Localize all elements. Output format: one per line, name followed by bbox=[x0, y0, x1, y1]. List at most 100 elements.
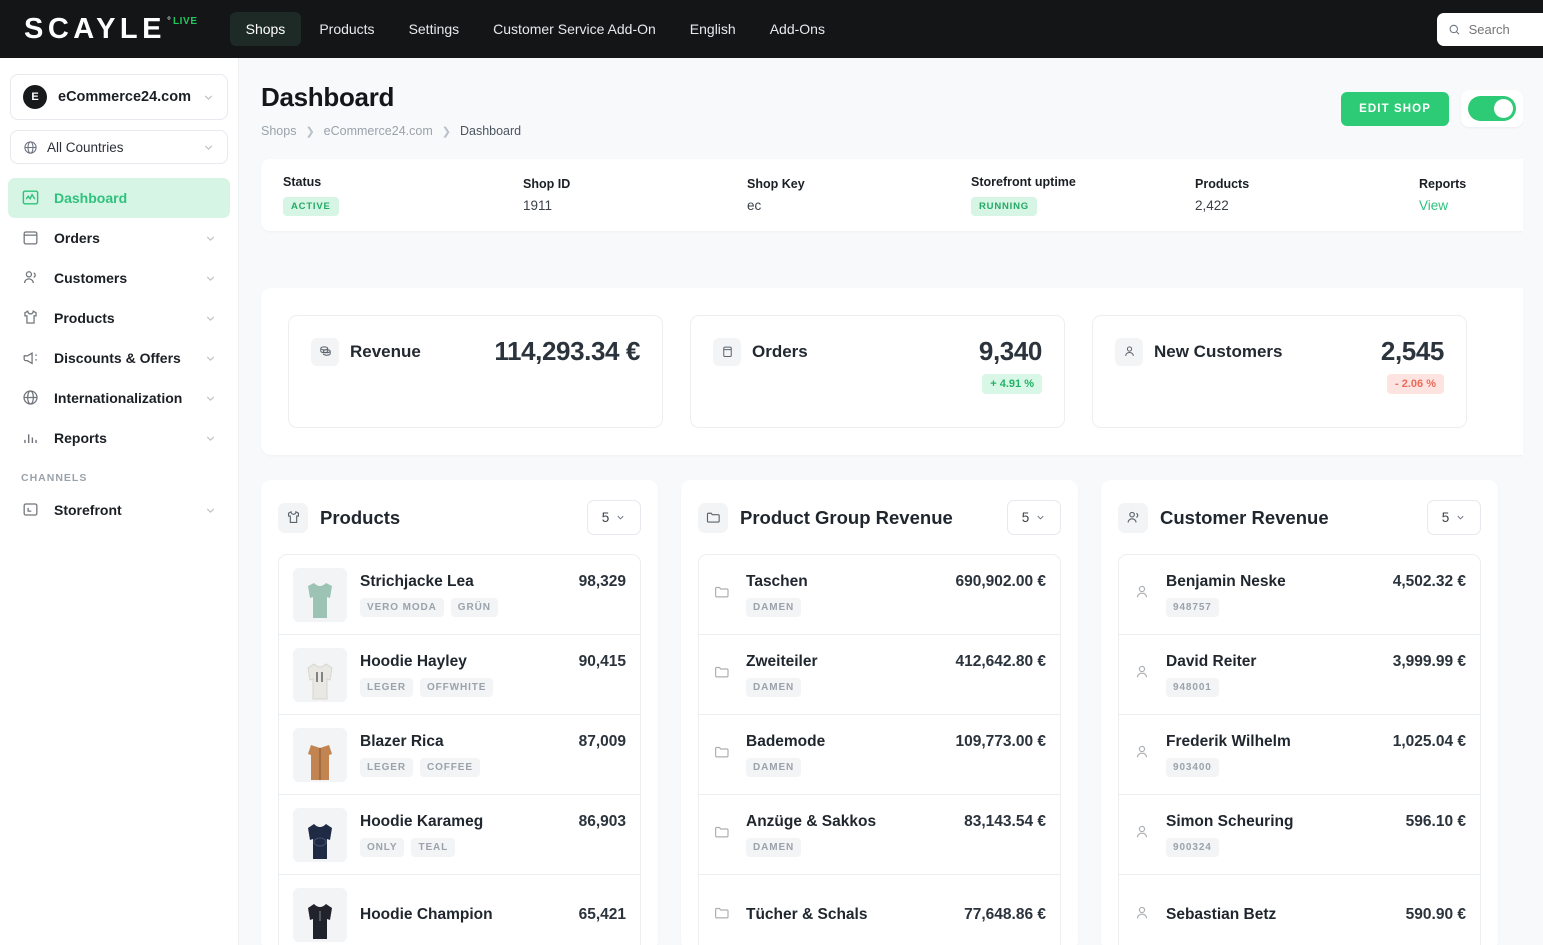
sidebar-item-storefront[interactable]: Storefront bbox=[8, 490, 230, 530]
right-edge-gutter bbox=[1523, 58, 1543, 945]
table-row[interactable]: Tücher & Schals 77,648.86 € bbox=[699, 875, 1060, 945]
garment-thumb-icon bbox=[300, 818, 340, 862]
row-body: Benjamin Neske 4,502.32 € 948757 bbox=[1166, 573, 1466, 617]
customer-name: Benjamin Neske bbox=[1166, 573, 1383, 591]
search-input[interactable] bbox=[1469, 22, 1543, 37]
nav-item-add-ons[interactable]: Add-Ons bbox=[754, 12, 841, 46]
sidebar-item-dashboard[interactable]: Dashboard bbox=[8, 178, 230, 218]
kpi-card-orders: Orders 9,340 + 4.91 % bbox=[690, 315, 1065, 428]
table-row[interactable]: Hoodie Hayley 90,415 LEGER OFFWHITE bbox=[279, 635, 640, 715]
customers-icon bbox=[1118, 503, 1148, 533]
tag: DAMEN bbox=[746, 758, 801, 777]
breadcrumb-shops[interactable]: Shops bbox=[261, 124, 296, 138]
customer-name: Sebastian Betz bbox=[1166, 906, 1396, 924]
sidebar-item-products[interactable]: Products bbox=[8, 298, 230, 338]
status-key: Shop ID bbox=[523, 177, 725, 191]
sidebar-nav: Dashboard Orders Customers bbox=[0, 178, 238, 530]
table-row[interactable]: Simon Scheuring 596.10 € 900324 bbox=[1119, 795, 1480, 875]
row-body: Hoodie Champion 65,421 bbox=[360, 906, 626, 924]
customer-tags: 948001 bbox=[1166, 678, 1466, 697]
group-tags: DAMEN bbox=[746, 678, 1046, 697]
table-row[interactable]: Taschen 690,902.00 € DAMEN bbox=[699, 555, 1060, 635]
table-row[interactable]: Bademode 109,773.00 € DAMEN bbox=[699, 715, 1060, 795]
table-row[interactable]: Frederik Wilhelm 1,025.04 € 903400 bbox=[1119, 715, 1480, 795]
sidebar-item-reports[interactable]: Reports bbox=[8, 418, 230, 458]
nav-item-shops[interactable]: Shops bbox=[230, 12, 302, 46]
nav-item-products[interactable]: Products bbox=[303, 12, 390, 46]
table-row[interactable]: Blazer Rica 87,009 LEGER COFFEE bbox=[279, 715, 640, 795]
sidebar-item-customers[interactable]: Customers bbox=[8, 258, 230, 298]
search-icon bbox=[1448, 22, 1461, 37]
sidebar-label-discounts-offers: Discounts & Offers bbox=[54, 350, 204, 366]
garment-thumb-icon bbox=[300, 898, 340, 942]
sidebar-item-internationalization[interactable]: Internationalization bbox=[8, 378, 230, 418]
table-row[interactable]: Zweiteiler 412,642.80 € DAMEN bbox=[699, 635, 1060, 715]
kpi-label-orders: Orders bbox=[752, 342, 979, 362]
breadcrumb: Shops ❯ eCommerce24.com ❯ Dashboard bbox=[261, 124, 1501, 138]
country-selector-label: All Countries bbox=[47, 140, 202, 155]
table-row[interactable]: Anzüge & Sakkos 83,143.54 € DAMEN bbox=[699, 795, 1060, 875]
kpi-card-revenue: Revenue 114,293.34 € bbox=[288, 315, 663, 428]
shop-selector[interactable]: E eCommerce24.com bbox=[10, 74, 228, 120]
customer-name: Frederik Wilhelm bbox=[1166, 733, 1383, 751]
table-row[interactable]: Hoodie Karameg 86,903 ONLY TEAL bbox=[279, 795, 640, 875]
customer-value: 4,502.32 € bbox=[1393, 573, 1466, 591]
sidebar-label-customers: Customers bbox=[54, 270, 204, 286]
top-navigation-bar: SCAYLE ° LIVE Shops Products Settings Cu… bbox=[0, 0, 1543, 58]
main-content: Dashboard Shops ❯ eCommerce24.com ❯ Dash… bbox=[239, 58, 1523, 945]
customer-revenue-count-select[interactable]: 5 bbox=[1427, 500, 1481, 535]
edit-shop-button[interactable]: EDIT SHOP bbox=[1341, 92, 1449, 126]
status-value: 1911 bbox=[523, 198, 725, 213]
sidebar-item-discounts-offers[interactable]: Discounts & Offers bbox=[8, 338, 230, 378]
row-body: Strichjacke Lea 98,329 VERO MODA GRÜN bbox=[360, 573, 626, 617]
table-row[interactable]: Strichjacke Lea 98,329 VERO MODA GRÜN bbox=[279, 555, 640, 635]
row-body: David Reiter 3,999.99 € 948001 bbox=[1166, 653, 1466, 697]
scayle-logo[interactable]: SCAYLE ° LIVE bbox=[24, 14, 198, 44]
product-value: 90,415 bbox=[579, 653, 626, 671]
global-search[interactable] bbox=[1437, 13, 1543, 46]
nav-item-settings[interactable]: Settings bbox=[393, 12, 476, 46]
product-group-count-select[interactable]: 5 bbox=[1007, 500, 1061, 535]
chevron-down-icon bbox=[204, 432, 217, 445]
product-name: Blazer Rica bbox=[360, 733, 569, 751]
chevron-down-icon bbox=[204, 312, 217, 325]
sidebar-label-orders: Orders bbox=[54, 230, 204, 246]
table-row[interactable]: Benjamin Neske 4,502.32 € 948757 bbox=[1119, 555, 1480, 635]
product-tags: VERO MODA GRÜN bbox=[360, 598, 626, 617]
product-value: 87,009 bbox=[579, 733, 626, 751]
globe-icon bbox=[21, 388, 41, 408]
customer-name: David Reiter bbox=[1166, 653, 1383, 671]
group-tags: DAMEN bbox=[746, 838, 1046, 857]
panel-header: Products 5 bbox=[278, 500, 641, 535]
panel-title-customer-revenue: Customer Revenue bbox=[1160, 507, 1427, 529]
reports-view-link[interactable]: View bbox=[1419, 198, 1523, 213]
table-row[interactable]: Sebastian Betz 590.90 € bbox=[1119, 875, 1480, 945]
table-row[interactable]: David Reiter 3,999.99 € 948001 bbox=[1119, 635, 1480, 715]
breadcrumb-separator-icon: ❯ bbox=[442, 125, 451, 138]
products-count-select[interactable]: 5 bbox=[587, 500, 641, 535]
user-icon bbox=[1133, 743, 1153, 766]
status-key: Status bbox=[283, 175, 501, 189]
folder-icon bbox=[713, 663, 733, 686]
breadcrumb-shop[interactable]: eCommerce24.com bbox=[324, 124, 433, 138]
user-icon bbox=[1133, 904, 1153, 927]
chevron-down-icon bbox=[202, 91, 215, 104]
chevron-down-icon bbox=[204, 504, 217, 517]
tag: GRÜN bbox=[451, 598, 498, 617]
kpi-card-new-customers: New Customers 2,545 - 2.06 % bbox=[1092, 315, 1467, 428]
kpi-delta-new-customers: - 2.06 % bbox=[1387, 374, 1444, 394]
table-row[interactable]: Hoodie Champion 65,421 bbox=[279, 875, 640, 945]
status-cell-products: Products 2,422 bbox=[1173, 177, 1397, 213]
status-cell-status: Status ACTIVE bbox=[261, 175, 501, 216]
nav-item-english[interactable]: English bbox=[674, 12, 752, 46]
group-name: Zweiteiler bbox=[746, 653, 945, 671]
sidebar-item-orders[interactable]: Orders bbox=[8, 218, 230, 258]
status-value: ec bbox=[747, 198, 949, 213]
bar-chart-icon bbox=[21, 428, 41, 448]
garment-thumb-icon bbox=[300, 738, 340, 782]
customer-tags: 900324 bbox=[1166, 838, 1466, 857]
nav-item-customer-service-add-on[interactable]: Customer Service Add-On bbox=[477, 12, 672, 46]
country-selector[interactable]: All Countries bbox=[10, 130, 228, 164]
tag: 948757 bbox=[1166, 598, 1219, 617]
shop-enabled-toggle[interactable] bbox=[1468, 96, 1516, 121]
